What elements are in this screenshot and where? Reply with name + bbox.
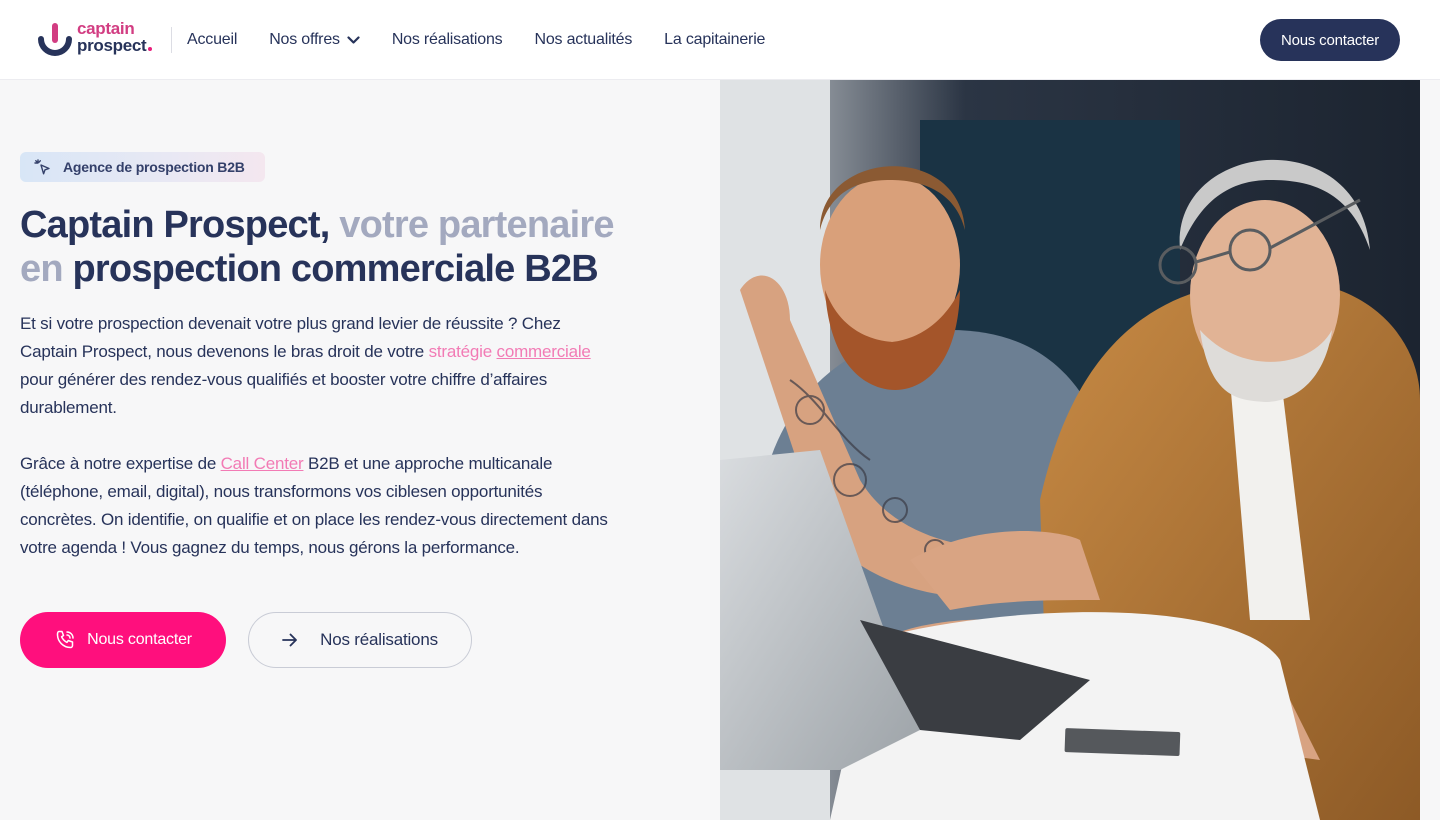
nav-item-accueil[interactable]: Accueil bbox=[187, 31, 237, 49]
header-contact-button[interactable]: Nous contacter bbox=[1260, 19, 1400, 61]
hero-title-part3: prospection commerciale B2B bbox=[72, 248, 599, 290]
contact-button[interactable]: Nous contacter bbox=[20, 612, 226, 668]
nav-label: Nos actualités bbox=[534, 31, 633, 48]
hero-photo-illustration bbox=[720, 80, 1420, 820]
nav-item-la-capitainerie[interactable]: La capitainerie bbox=[664, 31, 765, 49]
logo[interactable]: captain prospect bbox=[38, 20, 162, 62]
header-contact-label: Nous contacter bbox=[1280, 31, 1380, 49]
nav-label: La capitainerie bbox=[664, 31, 766, 48]
main-nav: Accueil Nos offres Nos réalisations Nos … bbox=[187, 29, 797, 51]
site-header: captain prospect Accueil Nos offres Nos … bbox=[0, 0, 1440, 80]
nav-item-nos-actualites[interactable]: Nos actualités bbox=[534, 31, 632, 49]
strategie-commerciale-link-part1[interactable]: stratégie bbox=[429, 342, 493, 361]
paragraph1-text-after: pour générer des rendez-vous qualifiés e… bbox=[20, 370, 547, 417]
paragraph2-text-before: Grâce à notre expertise de bbox=[20, 454, 221, 473]
captain-prospect-logo-icon bbox=[38, 23, 72, 56]
hero-title-part1: Captain Prospect, bbox=[20, 204, 330, 246]
logo-dot bbox=[148, 47, 153, 51]
contact-button-label: Nous contacter bbox=[87, 631, 192, 648]
strategie-commerciale-link-part2[interactable]: commerciale bbox=[497, 342, 591, 361]
nav-label: Accueil bbox=[187, 31, 238, 48]
logo-line1: captain bbox=[77, 19, 135, 38]
nav-label: Nos offres bbox=[269, 31, 340, 48]
nav-label: Nos réalisations bbox=[391, 31, 503, 48]
chevron-down-icon bbox=[347, 35, 360, 44]
hero-paragraph-2: Grâce à notre expertise de Call Center B… bbox=[20, 450, 620, 562]
realisations-button[interactable]: Nos réalisations bbox=[248, 612, 472, 668]
hero-photo bbox=[720, 80, 1420, 820]
phone-icon bbox=[56, 630, 74, 649]
call-center-link[interactable]: Call Center bbox=[221, 454, 304, 473]
hero-paragraph-1: Et si votre prospection devenait votre p… bbox=[20, 310, 620, 422]
hero-title: Captain Prospect, votre partenaire en pr… bbox=[20, 203, 660, 291]
badge-label: Agence de prospection B2B bbox=[63, 159, 245, 175]
hero-badge: Agence de prospection B2B bbox=[20, 152, 265, 182]
nav-item-nos-realisations[interactable]: Nos réalisations bbox=[392, 31, 503, 49]
logo-line2: prospect bbox=[77, 36, 147, 55]
logo-divider bbox=[171, 27, 172, 53]
sparkle-cursor-icon bbox=[34, 158, 50, 174]
logo-text: captain prospect bbox=[77, 19, 153, 55]
nav-item-nos-offres[interactable]: Nos offres bbox=[269, 31, 360, 49]
arrow-right-icon bbox=[282, 633, 298, 647]
realisations-button-label: Nos réalisations bbox=[320, 630, 438, 649]
